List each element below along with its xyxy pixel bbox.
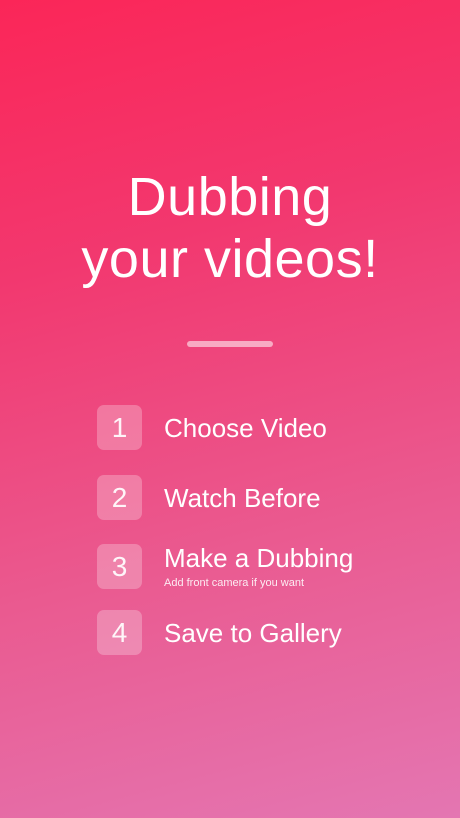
step-hint: Add front camera if you want xyxy=(164,577,305,589)
step-choose-video: 1 Choose Video xyxy=(97,405,417,451)
step-label: Make a Dubbing xyxy=(164,543,354,573)
headline-line-2: your videos! xyxy=(81,229,379,289)
step-save-to-gallery: 4 Save to Gallery xyxy=(97,610,417,656)
divider xyxy=(187,341,273,347)
step-number-badge: 4 xyxy=(97,610,142,655)
onboarding-screen: Dubbing your videos! 1 Choose Video 2 Wa… xyxy=(0,0,460,818)
step-watch-before: 2 Watch Before xyxy=(97,475,417,521)
step-number-badge: 1 xyxy=(97,405,142,450)
step-make-dubbing: 3 Make a Dubbing Add front camera if you… xyxy=(97,543,417,590)
step-number-badge: 2 xyxy=(97,475,142,520)
step-label: Choose Video xyxy=(164,413,327,443)
step-number-badge: 3 xyxy=(97,544,142,589)
headline: Dubbing your videos! xyxy=(0,166,460,290)
headline-line-1: Dubbing xyxy=(127,167,333,227)
step-label: Save to Gallery xyxy=(164,618,342,648)
step-label: Watch Before xyxy=(164,483,321,513)
